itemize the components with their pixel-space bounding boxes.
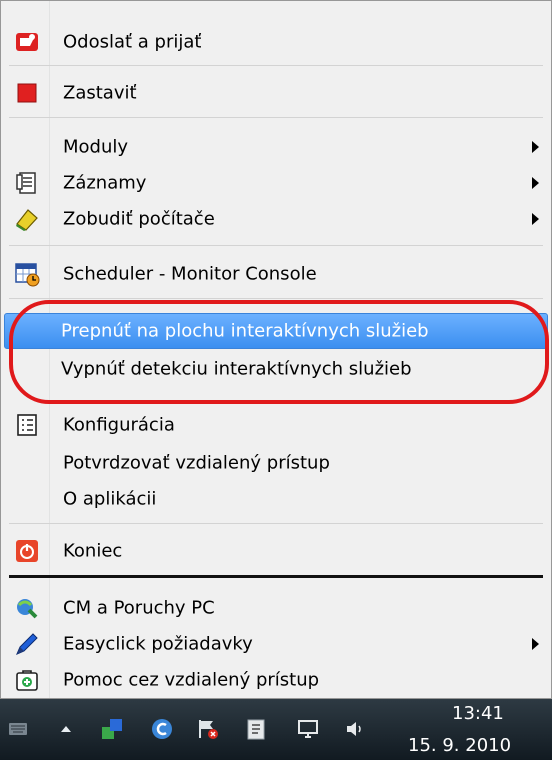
menu-item-label: Easyclick požiadavky [63,633,253,654]
show-hidden-icons-button[interactable] [54,717,78,741]
records-icon [13,169,41,197]
menu-item-records[interactable]: Záznamy [1,165,552,200]
menu-item-remote-help[interactable]: Pomoc cez vzdialený prístup [1,662,552,697]
context-menu: Odoslať a prijať Zastaviť Moduly Záznamy… [0,0,552,699]
wake-computers-icon [13,205,41,233]
separator [9,575,543,578]
pencil-icon [13,630,41,658]
menu-item-cm-faults[interactable]: CM a Poruchy PC [1,590,552,625]
menu-item-exit[interactable]: Koniec [1,533,552,568]
menu-item-send-receive[interactable]: Odoslať a prijať [1,24,552,59]
menu-item-label: Zobudiť počítače [63,208,215,229]
menu-item-easyclick[interactable]: Easyclick požiadavky [1,626,552,661]
submenu-arrow-icon [532,176,539,189]
separator [9,65,543,66]
taskbar: 13:41 15. 9. 2010 [0,699,552,760]
menu-item-modules[interactable]: Moduly [1,129,552,164]
submenu-arrow-icon [532,637,539,650]
menu-item-label: Koniec [63,540,123,561]
menu-item-label: Odoslať a prijať [63,31,202,52]
stop-icon [13,79,41,107]
separator [9,245,543,246]
keyboard-icon[interactable] [6,717,30,741]
separator [9,298,543,299]
menu-item-label: Konfigurácia [63,414,175,435]
volume-icon[interactable] [344,717,368,741]
submenu-arrow-icon [532,212,539,225]
action-center-flag-icon[interactable] [196,717,220,741]
menu-item-wake-computers[interactable]: Zobudiť počítače [1,201,552,236]
clipboard-app-icon[interactable] [244,717,268,741]
red-annotation-ring [9,300,549,404]
menu-item-label: O aplikácii [63,488,157,509]
send-receive-icon [13,28,41,56]
menu-item-label: Scheduler - Monitor Console [63,263,317,284]
clock-time[interactable]: 13:41 [452,703,504,724]
menu-item-label: Záznamy [63,172,147,193]
menu-item-label: Zastaviť [63,82,137,103]
menu-item-label: Pomoc cez vzdialený prístup [63,669,320,690]
remote-help-icon [13,666,41,694]
separator [9,523,543,524]
configuration-icon [13,411,41,439]
menu-item-label: Potvrdzovať vzdialený prístup [63,452,330,473]
cm-app-icon[interactable] [150,717,174,741]
menu-item-label: CM a Poruchy PC [63,597,215,618]
menu-item-stop[interactable]: Zastaviť [1,75,552,110]
submenu-arrow-icon [532,140,539,153]
power-icon [13,537,41,565]
network-icon[interactable] [296,717,320,741]
cm-faults-icon [13,594,41,622]
network-app-icon[interactable] [100,717,124,741]
separator [9,117,543,118]
menu-item-confirm-remote[interactable]: Potvrdzovať vzdialený prístup [1,445,552,480]
menu-item-scheduler[interactable]: Scheduler - Monitor Console [1,256,552,291]
clock-date[interactable]: 15. 9. 2010 [408,735,511,756]
scheduler-icon [13,260,41,288]
menu-item-about[interactable]: O aplikácii [1,481,552,516]
menu-item-configuration[interactable]: Konfigurácia [1,407,552,442]
menu-item-label: Moduly [63,136,129,157]
